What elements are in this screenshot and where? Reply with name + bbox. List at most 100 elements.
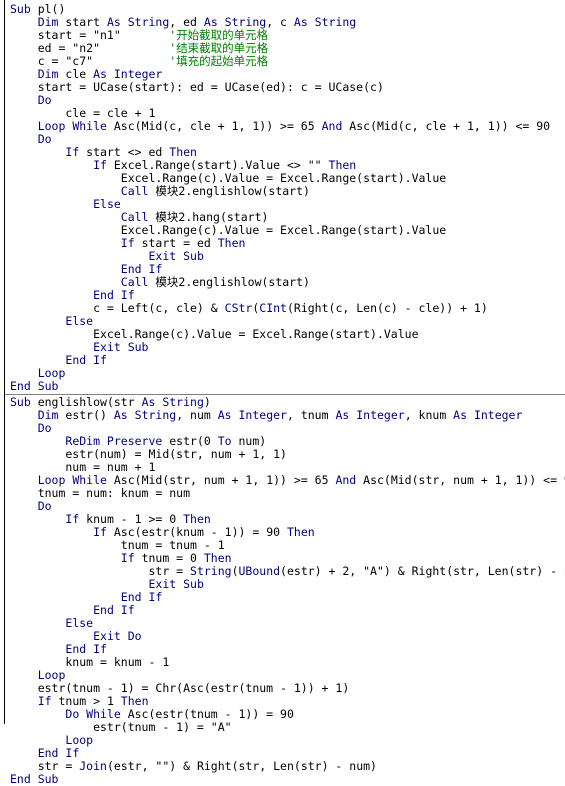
code-token-kw: CInt xyxy=(259,301,287,315)
code-token-kw: End If xyxy=(65,353,107,367)
code-token-kw: Call xyxy=(120,184,156,198)
code-token-kw: End If xyxy=(120,262,163,276)
procedure-englishlow[interactable]: Sub englishlow(str As String) Dim estr()… xyxy=(0,396,565,786)
code-token-kw: Loop xyxy=(37,366,66,380)
code-token-txt: , tnum xyxy=(286,408,336,422)
code-area[interactable]: Sub pl() Dim start As String, ed As Stri… xyxy=(0,0,565,786)
code-token-kw: Do xyxy=(37,132,52,146)
code-token-kw: If xyxy=(93,158,114,172)
code-line[interactable]: Loop xyxy=(0,367,565,380)
code-line[interactable]: End Sub xyxy=(0,380,565,393)
code-token-txt: start <> ed xyxy=(86,145,170,159)
code-token-txt: pl() xyxy=(37,2,66,16)
code-token-txt: cle = cle + 1 xyxy=(10,106,156,120)
code-token-kw: CStr xyxy=(224,301,253,315)
code-token-kw: Else xyxy=(65,314,94,328)
code-line[interactable]: start = UCase(start): ed = UCase(ed): c … xyxy=(0,81,565,94)
code-token-kw: Do While xyxy=(65,707,128,721)
code-token-txt: Excel.Range(c).Value = Excel.Range(start… xyxy=(10,171,447,185)
code-token-txt: Excel.Range(start).Value <> "" xyxy=(113,158,329,172)
code-token-txt: (estr) + 2, "A") & Right(str, Len(str) -… xyxy=(280,564,565,578)
code-token-kw: Loop xyxy=(65,733,94,747)
code-token-txt: num = num + 1 xyxy=(10,460,156,474)
code-token-kw: String xyxy=(190,564,232,578)
code-token-kw: Loop While xyxy=(37,473,114,487)
code-line[interactable]: Loop xyxy=(0,734,565,747)
code-line[interactable]: str = Join(estr, "") & Right(str, Len(st… xyxy=(0,760,565,773)
code-token-kw: Call xyxy=(120,275,156,289)
procedure-pl[interactable]: Sub pl() Dim start As String, ed As Stri… xyxy=(0,3,565,393)
code-line[interactable]: End If xyxy=(0,354,565,367)
code-token-txt: tnum > 1 xyxy=(58,694,121,708)
code-token-txt: Asc(Mid(str, num + 1, 1)) <= 90 xyxy=(363,473,565,487)
code-line[interactable]: End Sub xyxy=(0,773,565,786)
code-token-kw: End If xyxy=(93,603,135,617)
code-token-kw: Exit Sub xyxy=(148,249,204,263)
code-token-kw: End If xyxy=(37,746,80,760)
code-token-kw: Else xyxy=(93,197,121,211)
code-line[interactable]: Dim estr() As String, num As Integer, tn… xyxy=(0,409,565,422)
code-token-kw: As String xyxy=(106,15,170,29)
code-token-txt: estr(0 xyxy=(169,434,218,448)
code-token-txt: 2.englishlow(start) xyxy=(178,184,310,198)
code-token-kw: If xyxy=(65,512,87,526)
code-token-kw: Sub xyxy=(10,395,38,409)
code-token-txt: tnum = num: knum = num xyxy=(10,486,191,500)
code-token-txt: start = "n1" xyxy=(10,28,170,42)
code-token-txt: estr() xyxy=(65,408,114,422)
code-token-kw: Exit Sub xyxy=(93,340,149,354)
code-token-txt: , c xyxy=(266,15,294,29)
code-token-txt: ) xyxy=(203,395,211,409)
code-line[interactable]: tnum = num: knum = num xyxy=(0,487,565,500)
code-line[interactable]: knum = knum - 1 xyxy=(0,656,565,669)
code-token-txt: englishlow(str xyxy=(37,395,142,409)
code-token-kw: Join xyxy=(79,759,107,773)
code-token-txt: Excel.Range(c).Value = Excel.Range(start… xyxy=(10,223,447,237)
code-token-txt: start = ed xyxy=(141,236,218,250)
code-token-kw: To xyxy=(217,434,239,448)
code-token-kw: Dim xyxy=(37,67,66,81)
code-token-kw: Exit Do xyxy=(93,629,142,643)
code-token-kw: Dim xyxy=(37,15,66,29)
code-token-kw: End If xyxy=(120,590,163,604)
code-token-txt: Asc(Mid(c, cle + 1, 1)) <= 90 xyxy=(349,119,551,133)
code-token-kw: Dim xyxy=(37,408,66,422)
code-token-kw: As Integer xyxy=(453,408,523,422)
code-line[interactable]: Loop While Asc(Mid(c, cle + 1, 1)) >= 65… xyxy=(0,120,565,133)
code-token-txt: c = "c7" xyxy=(10,54,170,68)
code-token-txt: estr(num) = Mid(str, num + 1, 1) xyxy=(10,447,287,461)
code-token-txt: 模块 xyxy=(155,210,179,224)
code-token-kw: As String xyxy=(113,408,177,422)
code-token-txt: 模块 xyxy=(155,275,179,289)
code-token-kw: If xyxy=(120,236,142,250)
code-token-kw: Loop xyxy=(37,668,66,682)
code-token-kw: End Sub xyxy=(10,772,59,786)
code-token-kw: If xyxy=(65,145,87,159)
code-token-txt: ed = "n2" xyxy=(10,41,170,55)
code-token-kw: Then xyxy=(169,145,197,159)
code-token-kw: ReDim Preserve xyxy=(65,434,170,448)
code-token-kw: As String xyxy=(293,15,357,29)
code-token-kw: Then xyxy=(203,551,232,565)
vba-code-editor[interactable]: Sub pl() Dim start As String, ed As Stri… xyxy=(0,0,565,786)
